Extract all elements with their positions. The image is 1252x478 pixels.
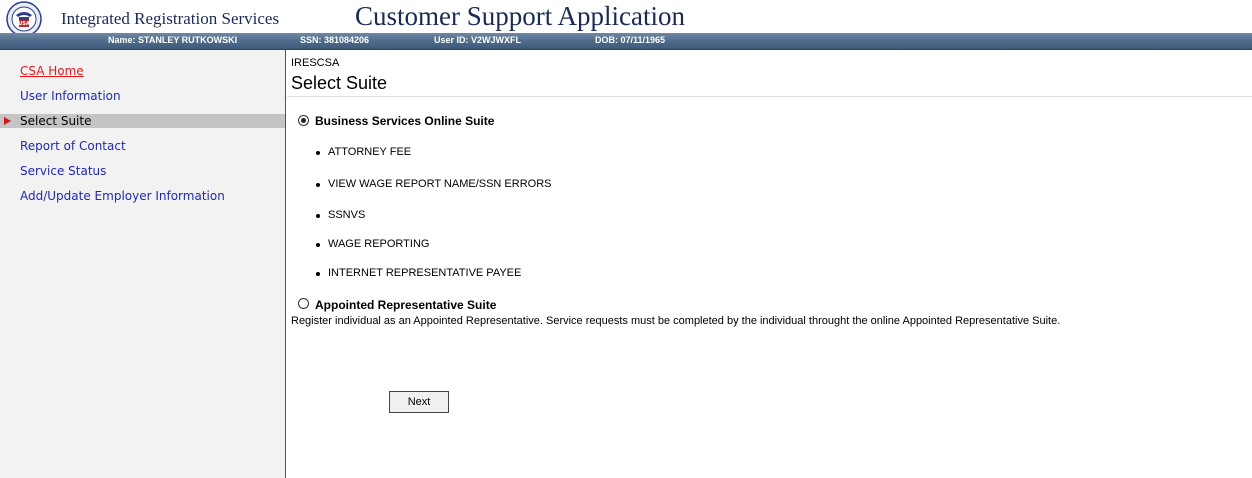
sidebar-item-label[interactable]: Add/Update Employer Information bbox=[20, 189, 225, 203]
sidebar-item-service-status[interactable]: Service Status bbox=[0, 164, 285, 178]
business-services-suite-radio[interactable] bbox=[298, 115, 309, 126]
sidebar-item-label[interactable]: Report of Contact bbox=[20, 139, 126, 153]
service-item: SSNVS bbox=[328, 209, 366, 221]
bullet-icon bbox=[316, 272, 320, 276]
page-title: Select Suite bbox=[291, 73, 388, 93]
appointed-representative-description: Register individual as an Appointed Repr… bbox=[291, 315, 1061, 327]
application-heading: Customer Support Application bbox=[355, 1, 685, 31]
svg-text:USA: USA bbox=[18, 21, 30, 27]
service-item: WAGE REPORTING bbox=[328, 238, 430, 250]
sidebar-item-label[interactable]: CSA Home bbox=[20, 64, 84, 78]
sidebar-item-label[interactable]: Service Status bbox=[20, 164, 106, 178]
sidebar-item-select-suite[interactable]: Select Suite bbox=[0, 114, 285, 128]
sidebar-item-label[interactable]: User Information bbox=[20, 89, 121, 103]
current-page-arrow-icon bbox=[4, 117, 11, 125]
sidebar-nav: CSA Home User Information Select Suite R… bbox=[0, 50, 286, 478]
appointed-representative-suite-radio[interactable] bbox=[298, 298, 309, 309]
service-item: ATTORNEY FEE bbox=[328, 146, 412, 158]
user-ssn: SSN: 381084206 bbox=[300, 35, 370, 45]
bullet-icon bbox=[316, 183, 320, 187]
next-button[interactable]: Next bbox=[389, 391, 449, 413]
user-dob: DOB: 07/11/1965 bbox=[595, 35, 666, 45]
sidebar-item-user-information[interactable]: User Information bbox=[0, 89, 285, 103]
appointed-representative-suite-label[interactable]: Appointed Representative Suite bbox=[315, 298, 496, 312]
app-name: Integrated Registration Services bbox=[61, 9, 280, 28]
user-id: User ID: V2WJWXFL bbox=[434, 35, 522, 45]
system-code: IRESCSA bbox=[291, 57, 340, 69]
user-name: Name: STANLEY RUTKOWSKI bbox=[108, 35, 238, 45]
bullet-icon bbox=[316, 151, 320, 155]
app-header: USA Integrated Registration Services Cus… bbox=[0, 0, 1252, 37]
service-item: VIEW WAGE REPORT NAME/SSN ERRORS bbox=[328, 178, 552, 190]
service-item: INTERNET REPRESENTATIVE PAYEE bbox=[328, 267, 522, 279]
title-divider bbox=[287, 96, 1252, 97]
business-services-suite-label[interactable]: Business Services Online Suite bbox=[315, 114, 494, 128]
bullet-icon bbox=[316, 214, 320, 218]
sidebar-item-csa-home[interactable]: CSA Home bbox=[0, 64, 285, 78]
ssa-seal-icon: USA bbox=[6, 1, 42, 37]
sidebar-item-label: Select Suite bbox=[20, 114, 92, 128]
sidebar-item-add-update-employer[interactable]: Add/Update Employer Information bbox=[0, 189, 285, 203]
user-info-bar: Name: STANLEY RUTKOWSKI SSN: 381084206 U… bbox=[0, 33, 1252, 50]
sidebar-item-report-of-contact[interactable]: Report of Contact bbox=[0, 139, 285, 153]
bullet-icon bbox=[316, 243, 320, 247]
